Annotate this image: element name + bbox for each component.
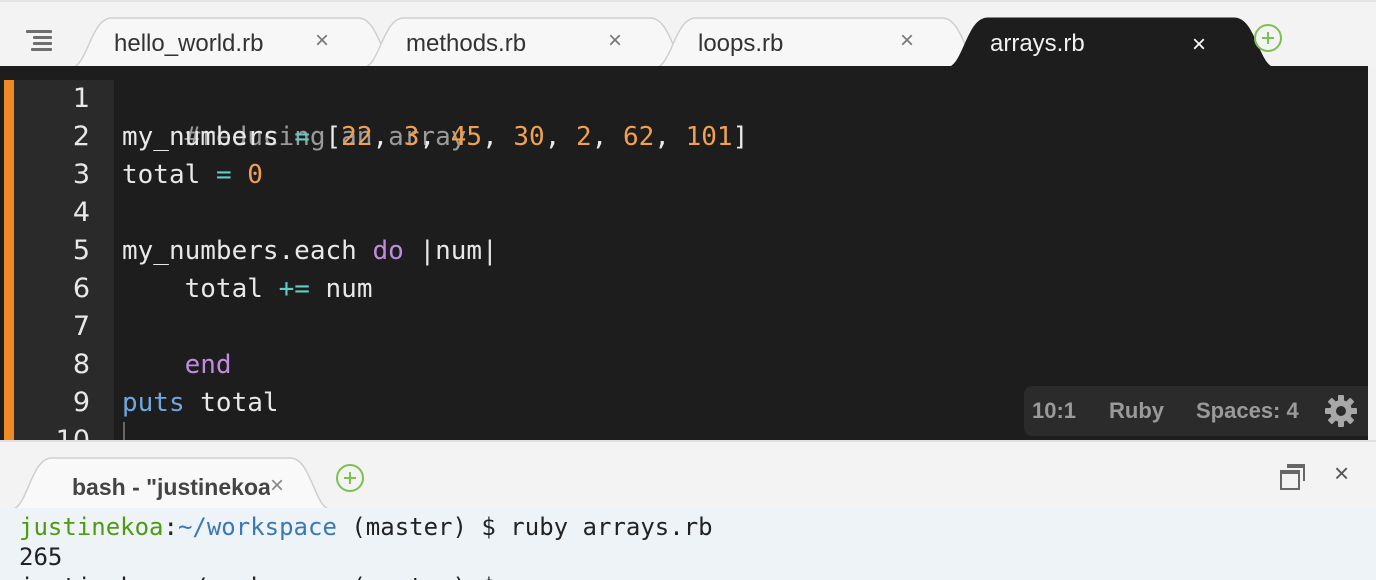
close-icon[interactable]: × [604, 29, 626, 53]
tab-loops[interactable]: loops.rb × [653, 17, 985, 69]
tab-arrays[interactable]: arrays.rb × [945, 17, 1277, 69]
line-number: 8 [72, 349, 90, 380]
line-number: 6 [72, 273, 90, 304]
code-operator: = [294, 122, 310, 152]
code-var: total [184, 274, 263, 304]
close-icon[interactable]: × [896, 29, 918, 53]
code-keyword: do [372, 236, 404, 266]
restore-window-icon[interactable] [1280, 464, 1305, 490]
prompt-user: justinekoa [19, 513, 164, 541]
code-number: 2 [576, 122, 592, 152]
code-line-9: puts total [122, 384, 279, 422]
terminal-command: ruby arrays.rb [510, 513, 713, 541]
line-number: 2 [72, 121, 90, 152]
terminal-tab-bar: bash - "justinekoa@ × × [0, 440, 1376, 511]
tab-label: methods.rb [406, 30, 527, 57]
code-call: my_numbers.each [122, 236, 357, 266]
code-line-7: end [122, 308, 232, 380]
tab-label: hello_world.rb [114, 30, 264, 57]
code-line-5: my_numbers.each do |num| [122, 232, 498, 270]
code-number: 62 [622, 122, 655, 152]
editor-edge [1368, 66, 1376, 440]
code-bracket: [ [325, 122, 342, 152]
code-builtin: puts [122, 388, 185, 418]
terminal-line: 265 [19, 543, 63, 571]
code-separator: , [591, 122, 623, 152]
line-number: 3 [72, 159, 90, 190]
code-number: 0 [247, 160, 263, 190]
code-separator: , [482, 122, 514, 152]
tab-label: loops.rb [698, 30, 784, 57]
code-number: 101 [685, 122, 733, 152]
line-number: 10 [14, 422, 90, 440]
gear-icon[interactable] [1324, 394, 1358, 428]
tab-label: arrays.rb [990, 30, 1085, 57]
tab-hello-world[interactable]: hello_world.rb × [69, 17, 401, 69]
code-number: 3 [403, 122, 420, 152]
terminal-line: justinekoa:~/workspace (master) $ [19, 572, 510, 580]
editor-tab-bar: hello_world.rb × methods.rb × loops.rb ×… [0, 0, 1376, 69]
code-operator: += [278, 274, 310, 304]
code-editor[interactable]: 1 2 3 4 5 6 7 8 9 10 #reducing an array … [0, 66, 1376, 440]
code-bracket: ] [732, 122, 749, 152]
close-icon[interactable]: × [1188, 33, 1210, 57]
code-var: total [200, 388, 279, 418]
code-separator: , [372, 122, 404, 152]
close-icon[interactable]: × [270, 472, 284, 500]
text-cursor [123, 422, 125, 440]
code-var: total [122, 160, 201, 190]
terminal-line: justinekoa:~/workspace (master) $ ruby a… [19, 512, 713, 542]
cursor-position[interactable]: 10:1 [1032, 398, 1076, 424]
code-line-2: my_numbers = [22, 3, 45, 30, 2, 62, 101] [122, 118, 748, 156]
add-terminal-icon[interactable] [336, 464, 364, 492]
terminal-tab-label: bash - "justinekoa@ [72, 474, 270, 500]
line-number: 5 [72, 235, 90, 266]
code-number: 22 [341, 122, 373, 152]
code-line-3: total = 0 [122, 156, 263, 194]
line-number: 7 [72, 311, 90, 342]
prompt-path: ~/workspace [177, 513, 337, 541]
tab-bash-terminal[interactable]: bash - "justinekoa@ × [9, 457, 333, 511]
menu-icon[interactable] [26, 29, 52, 51]
status-bar: 10:1 Ruby Spaces: 4 [1024, 386, 1368, 436]
terminal-output[interactable]: justinekoa:~/workspace (master) $ ruby a… [0, 508, 1376, 580]
line-number: 9 [72, 387, 90, 418]
modified-marker [4, 80, 14, 440]
code-var: num [325, 274, 373, 304]
code-number: 30 [513, 122, 545, 152]
prompt-rest: (master) $ [336, 513, 511, 541]
code-line-1: #reducing an array [122, 80, 467, 152]
close-panel-icon[interactable]: × [1334, 458, 1349, 489]
code-operator: = [215, 160, 232, 190]
line-number: 4 [72, 197, 90, 228]
code-number: 45 [450, 122, 483, 152]
code-line-6: total += num [122, 270, 373, 308]
code-param: |num| [419, 236, 498, 266]
indent-setting[interactable]: Spaces: 4 [1196, 398, 1299, 424]
code-separator: , [544, 122, 577, 152]
prompt-separator: : [163, 513, 178, 541]
code-separator: , [654, 122, 686, 152]
line-number: 1 [72, 83, 90, 114]
code-keyword: end [184, 350, 232, 380]
close-icon[interactable]: × [311, 29, 333, 53]
code-separator: , [419, 122, 451, 152]
language-mode[interactable]: Ruby [1109, 398, 1164, 424]
code-var: my_numbers [122, 122, 279, 152]
tab-methods[interactable]: methods.rb × [361, 17, 693, 69]
add-tab-icon[interactable] [1254, 24, 1282, 52]
